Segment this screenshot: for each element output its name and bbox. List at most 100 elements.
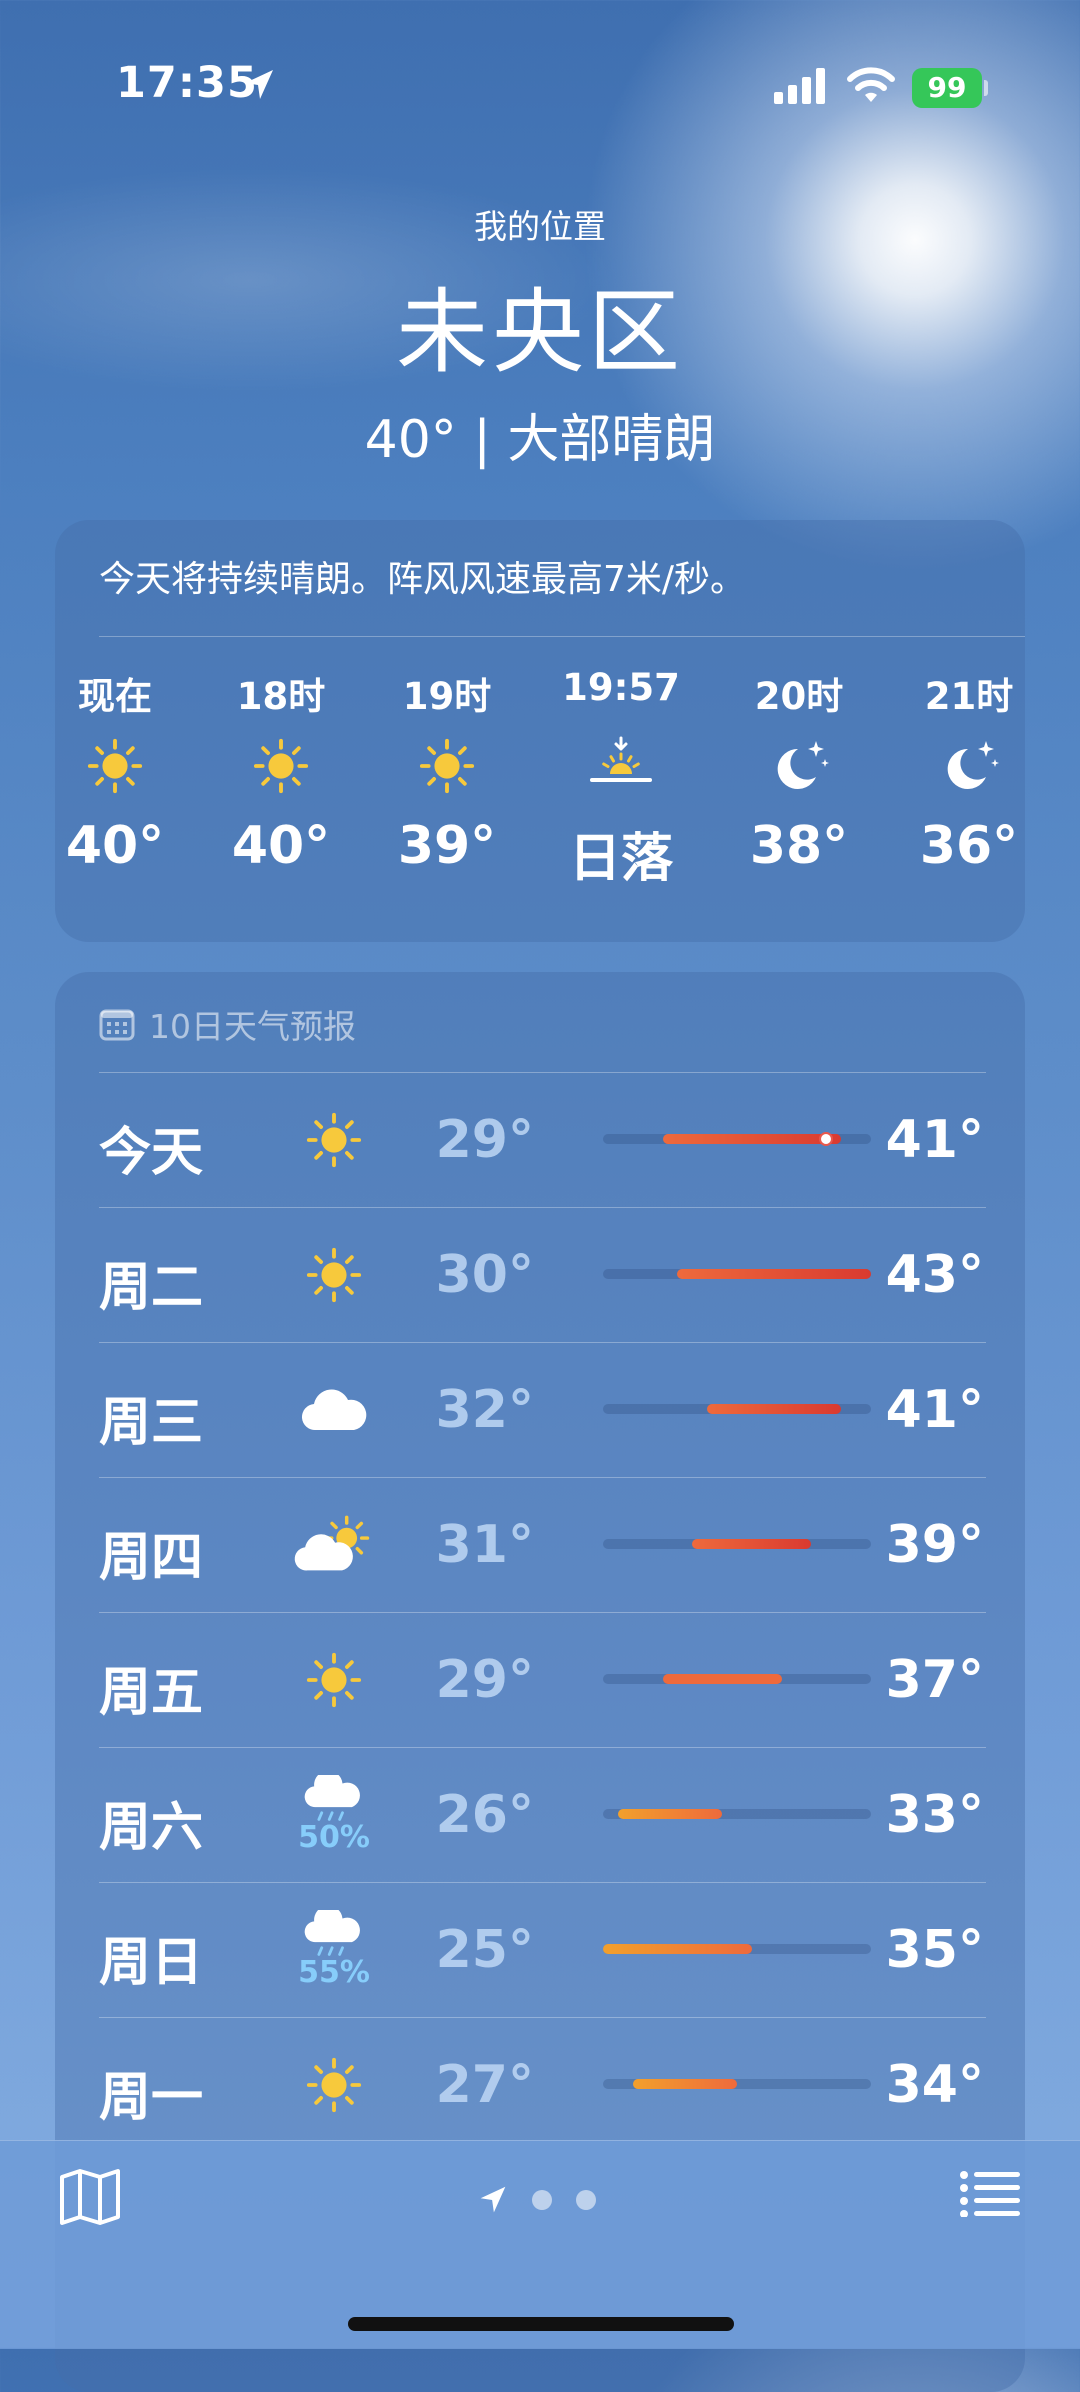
hourly-item: 18时 40° xyxy=(201,666,361,876)
page-dot[interactable] xyxy=(532,2190,552,2210)
hour-icon xyxy=(201,716,361,816)
sun-icon xyxy=(87,738,143,794)
day-row[interactable]: 今天 29° 41° xyxy=(99,1072,986,1207)
day-icon xyxy=(269,1235,399,1315)
my-location-label: 我的位置 xyxy=(474,207,606,246)
hour-icon xyxy=(719,716,879,816)
hour-icon xyxy=(541,716,701,816)
map-icon[interactable] xyxy=(58,2167,122,2227)
page-dot[interactable] xyxy=(576,2190,596,2210)
low-temp: 32° xyxy=(435,1380,534,1440)
status-bar: 17:35 99 xyxy=(0,0,1080,160)
sun-icon xyxy=(306,1112,362,1168)
hourly-item: 现在 40° xyxy=(55,666,195,876)
high-temp: 34° xyxy=(885,2055,984,2115)
low-temp: 25° xyxy=(435,1920,534,1980)
temp-range-track xyxy=(603,1809,871,1819)
divider xyxy=(99,1477,986,1478)
hour-label: 现在 xyxy=(78,675,152,718)
low-temp: 31° xyxy=(435,1515,534,1575)
sun-icon xyxy=(419,738,475,794)
hour-value: 40° xyxy=(65,816,165,876)
divider xyxy=(99,1612,986,1613)
day-row[interactable]: 周四 31° 39° xyxy=(99,1477,986,1612)
divider xyxy=(99,1342,986,1343)
hourly-item: 19:57 日落 xyxy=(541,666,701,891)
day-row[interactable]: 周五 29° 37° xyxy=(99,1612,986,1747)
location-arrow-icon xyxy=(480,2186,506,2213)
battery-tip xyxy=(984,80,988,96)
page-indicator[interactable] xyxy=(478,2185,596,2215)
temp-range-bar xyxy=(662,1134,842,1144)
hour-label: 18时 xyxy=(236,675,326,718)
sunset-icon xyxy=(590,736,652,782)
hour-value: 39° xyxy=(397,816,497,876)
divider xyxy=(99,1747,986,1748)
high-temp: 43° xyxy=(885,1245,984,1305)
temp-range-track xyxy=(603,1539,871,1549)
day-name: 周三 xyxy=(99,1393,204,1453)
temp-range-track xyxy=(603,1269,871,1279)
hour-label: 19时 xyxy=(402,675,492,718)
status-time: 17:35 xyxy=(116,58,258,108)
cloud-icon xyxy=(301,1389,367,1431)
high-temp: 37° xyxy=(885,1650,984,1710)
location-header: 我的位置 未央区 40° | 大部晴朗 xyxy=(0,190,1080,472)
day-row[interactable]: 周六 50% 26° 33° xyxy=(99,1747,986,1882)
moon-stars-icon xyxy=(777,741,829,789)
temp-range-bar xyxy=(707,1404,842,1414)
low-temp: 30° xyxy=(435,1245,534,1305)
ten-day-header: 10日天气预报 xyxy=(99,1000,356,1048)
temp-range-track xyxy=(603,1404,871,1414)
day-row[interactable]: 周一 27° 34° xyxy=(99,2017,986,2152)
city-name: 未央区 xyxy=(395,279,684,386)
high-temp: 33° xyxy=(885,1785,984,1845)
day-name: 周二 xyxy=(99,1258,204,1318)
day-name: 周六 xyxy=(99,1798,204,1858)
ten-day-title: 10日天气预报 xyxy=(149,1007,356,1046)
hour-value: 36° xyxy=(919,816,1019,876)
high-temp: 35° xyxy=(885,1920,984,1980)
temp-range-track xyxy=(603,1132,871,1146)
day-row[interactable]: 周二 30° 43° xyxy=(99,1207,986,1342)
signal-icon xyxy=(774,68,825,104)
home-indicator[interactable] xyxy=(348,2317,734,2331)
low-temp: 26° xyxy=(435,1785,534,1845)
hour-label: 21时 xyxy=(924,675,1014,718)
day-icon xyxy=(269,1100,399,1180)
day-name: 今天 xyxy=(99,1123,204,1183)
temp-range-bar xyxy=(662,1674,782,1684)
divider xyxy=(99,2017,986,2018)
temp-range-track xyxy=(603,1944,871,1954)
low-temp: 29° xyxy=(435,1110,534,1170)
high-temp: 41° xyxy=(885,1380,984,1440)
list-icon[interactable] xyxy=(960,2171,1020,2217)
divider xyxy=(99,1207,986,1208)
day-row[interactable]: 周三 32° 41° xyxy=(99,1342,986,1477)
temp-range-bar xyxy=(692,1539,812,1549)
temp-range-bar xyxy=(617,1809,723,1819)
temp-range-bar xyxy=(632,2079,737,2089)
partly-cloudy-icon xyxy=(294,1515,370,1571)
day-icon xyxy=(269,1505,399,1585)
temp-range-track xyxy=(603,2079,871,2089)
day-icon xyxy=(269,1370,399,1450)
battery-charging-icon: 99 xyxy=(912,68,982,108)
hourly-forecast-card[interactable]: 今天将持续晴朗。阵风风速最高7米/秒。 现在 40° 18时 40° 19时 39° 19:… xyxy=(55,520,1025,942)
moon-stars-icon xyxy=(947,741,999,789)
hour-value: 40° xyxy=(231,816,331,876)
sun-icon xyxy=(306,2057,362,2113)
divider xyxy=(99,1072,986,1073)
wifi-icon xyxy=(847,67,895,102)
location-arrow-icon xyxy=(245,70,273,99)
day-row[interactable]: 周日 55% 25° 35° xyxy=(99,1882,986,2017)
precip-chance: 50% xyxy=(298,1820,370,1855)
hour-value: 38° xyxy=(749,816,849,876)
hour-icon xyxy=(889,716,1025,816)
hourly-item: 21时 36° xyxy=(889,666,1025,876)
day-name: 周日 xyxy=(99,1933,204,1993)
hour-value: 日落 xyxy=(568,829,673,889)
sun-icon xyxy=(306,1247,362,1303)
temp-range-bar xyxy=(677,1269,871,1279)
rain-icon xyxy=(304,1775,360,1821)
